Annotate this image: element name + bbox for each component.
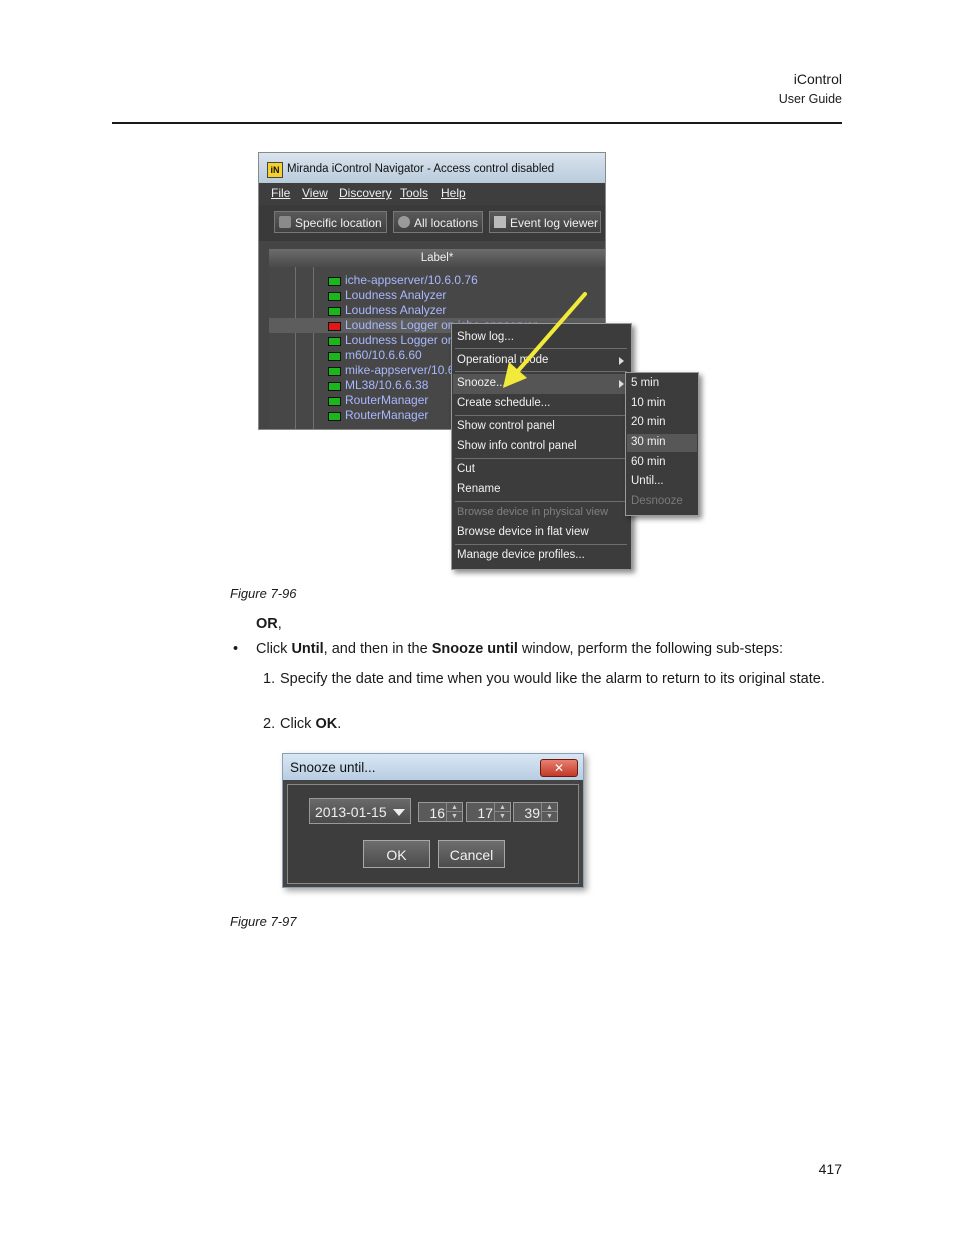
second-spinner[interactable]: 39 ▲ ▼ <box>513 802 558 822</box>
menu-help[interactable]: Help <box>441 186 466 200</box>
status-led-green <box>328 397 341 406</box>
status-led-green <box>328 277 341 286</box>
or-text: OR, <box>256 616 282 632</box>
tree-column-header[interactable]: Label* <box>269 249 605 268</box>
minute-value: 17 <box>477 805 493 821</box>
menu-separator <box>455 415 627 416</box>
menu-item-browse-physical-disabled: Browse device in physical view <box>457 506 609 518</box>
menu-file[interactable]: File <box>271 186 290 200</box>
submenu-arrow-icon <box>619 380 624 388</box>
cancel-button[interactable]: Cancel <box>438 840 505 868</box>
window-title: Miranda iControl Navigator - Access cont… <box>287 163 555 175</box>
ok-button[interactable]: OK <box>363 840 430 868</box>
bullet-icon: • <box>233 641 239 657</box>
snooze-until[interactable]: Until... <box>631 475 664 487</box>
status-led-green <box>328 412 341 421</box>
app-icon: iN <box>267 162 283 178</box>
step-1-number: 1. <box>263 671 276 687</box>
spinner-arrows[interactable]: ▲ ▼ <box>494 803 510 821</box>
status-led-red <box>328 322 341 331</box>
menubar: File View Discovery Tools Help <box>259 183 605 205</box>
spinner-arrows[interactable]: ▲ ▼ <box>541 803 557 821</box>
chevron-down-icon <box>393 809 405 816</box>
hour-value: 16 <box>429 805 445 821</box>
globe-icon <box>398 216 410 228</box>
menu-item-cut[interactable]: Cut <box>457 463 475 475</box>
menu-item-show-control-panel[interactable]: Show control panel <box>457 420 555 432</box>
snooze-20-min[interactable]: 20 min <box>631 416 666 428</box>
snooze-10-min[interactable]: 10 min <box>631 397 666 409</box>
menu-separator <box>455 544 627 545</box>
header-title: iControl <box>793 71 842 87</box>
spinner-arrows[interactable]: ▲ ▼ <box>446 803 462 821</box>
event-log-viewer-button[interactable]: Event log viewer <box>489 211 601 233</box>
step-2-text: Click OK. <box>280 716 342 732</box>
submenu-arrow-icon <box>619 357 624 365</box>
date-value: 2013-01-15 <box>315 804 387 820</box>
menu-view[interactable]: View <box>302 186 328 200</box>
header-subtitle: User Guide <box>778 92 842 106</box>
menu-separator <box>455 458 627 459</box>
dialog-title: Snooze until... <box>290 760 376 775</box>
dialog-titlebar: Snooze until... ✕ <box>283 754 583 780</box>
page-number: 417 <box>818 1161 842 1177</box>
step-2-number: 2. <box>263 716 276 732</box>
status-led-green <box>328 292 341 301</box>
snooze-desnooze-disabled: Desnooze <box>631 495 683 507</box>
menu-discovery[interactable]: Discovery <box>339 186 392 200</box>
snooze-submenu: 5 min 10 min 20 min 30 min 60 min Until.… <box>625 372 699 516</box>
tree-item[interactable]: iche-appserver/10.6.0.76 <box>269 273 605 288</box>
status-led-green <box>328 352 341 361</box>
all-locations-button[interactable]: All locations <box>393 211 483 233</box>
status-led-green <box>328 307 341 316</box>
menu-item-rename[interactable]: Rename <box>457 483 500 495</box>
menu-tools[interactable]: Tools <box>400 186 428 200</box>
snooze-5-min[interactable]: 5 min <box>631 377 659 389</box>
second-value: 39 <box>524 805 540 821</box>
toolbar: Specific location All locations Event lo… <box>259 205 605 241</box>
snooze-30-min[interactable]: 30 min <box>631 436 666 448</box>
hour-spinner[interactable]: 16 ▲ ▼ <box>418 802 463 822</box>
close-icon[interactable]: ✕ <box>540 759 578 777</box>
menu-separator <box>455 501 627 502</box>
date-dropdown[interactable]: 2013-01-15 <box>309 798 411 824</box>
dialog-body: 2013-01-15 16 ▲ ▼ 17 ▲ ▼ 39 ▲ ▼ OK Cancel <box>287 784 579 884</box>
step-1-text: Specify the date and time when you would… <box>280 671 825 687</box>
menu-item-manage-profiles[interactable]: Manage device profiles... <box>457 549 585 561</box>
callout-arrow-icon <box>503 292 587 388</box>
bullet-paragraph: Click Until, and then in the Snooze unti… <box>256 641 784 657</box>
window-titlebar: iN Miranda iControl Navigator - Access c… <box>259 153 605 183</box>
menu-item-show-info-control-panel[interactable]: Show info control panel <box>457 440 577 452</box>
status-led-green <box>328 367 341 376</box>
status-led-green <box>328 382 341 391</box>
log-icon <box>494 216 506 228</box>
snooze-60-min[interactable]: 60 min <box>631 456 666 468</box>
figure-caption-97: Figure 7-97 <box>230 914 297 929</box>
menu-item-create-schedule[interactable]: Create schedule... <box>457 397 550 409</box>
minute-spinner[interactable]: 17 ▲ ▼ <box>466 802 511 822</box>
status-led-green <box>328 337 341 346</box>
folder-icon <box>279 216 291 228</box>
header-rule <box>112 122 842 124</box>
figure-caption-96: Figure 7-96 <box>230 586 297 601</box>
snooze-until-dialog: Snooze until... ✕ 2013-01-15 16 ▲ ▼ 17 ▲ ▼… <box>282 753 584 888</box>
menu-item-browse-flat[interactable]: Browse device in flat view <box>457 526 589 538</box>
specific-location-button[interactable]: Specific location <box>274 211 387 233</box>
